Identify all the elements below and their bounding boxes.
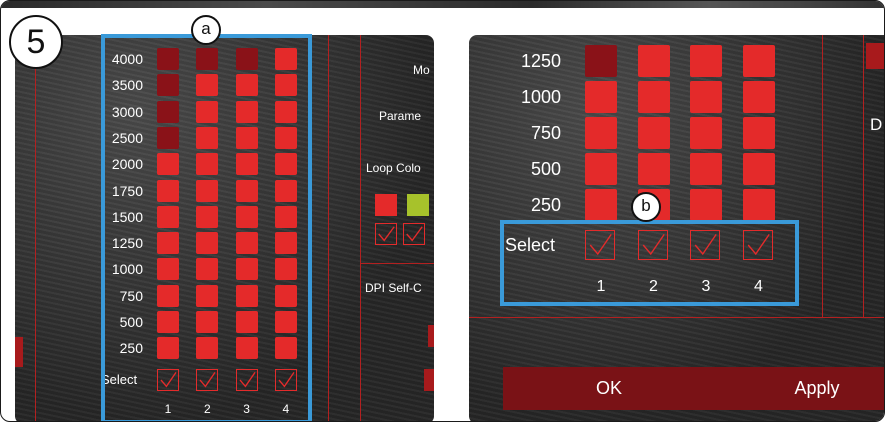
dpi-value-label: 1250	[520, 51, 561, 71]
dpi-level-cell[interactable]	[690, 81, 722, 113]
dpi-value-label: 1000	[520, 87, 561, 107]
divider	[822, 35, 823, 317]
dpi-level-cell[interactable]	[585, 153, 617, 185]
dpi-level-cell[interactable]	[742, 153, 775, 185]
divider	[360, 35, 361, 421]
dpi-level-cell[interactable]	[637, 81, 670, 113]
top-strip	[1, 1, 884, 8]
dpi-value-label: 500	[530, 159, 561, 179]
dpi-level-cell[interactable]	[585, 45, 617, 77]
side-control[interactable]	[428, 325, 434, 347]
divider	[35, 35, 36, 421]
highlight-box-a	[101, 34, 312, 421]
loop-color-checkbox[interactable]	[403, 223, 425, 245]
divider	[328, 35, 329, 421]
highlight-box-b	[500, 220, 799, 306]
callout-a: a	[191, 15, 221, 45]
dpi-level-cell[interactable]	[690, 117, 722, 149]
step-number: 5	[9, 15, 63, 69]
loop-color-swatch[interactable]	[375, 194, 397, 216]
side-control[interactable]	[866, 43, 884, 69]
dpi-level-cell[interactable]	[742, 45, 775, 77]
dpi-level-cell[interactable]	[690, 189, 722, 221]
dpi-level-cell[interactable]	[690, 45, 722, 77]
loop-color-swatch[interactable]	[407, 194, 429, 216]
dpi-level-cell[interactable]	[690, 153, 722, 185]
dpi-level-cell[interactable]	[742, 117, 775, 149]
side-label: D	[870, 115, 883, 134]
side-control	[15, 337, 23, 367]
divider	[469, 317, 884, 318]
dpi-level-cell[interactable]	[637, 153, 670, 185]
dpi-self-check-label: DPI Self-C	[365, 281, 422, 295]
dpi-level-cell[interactable]	[585, 81, 617, 113]
dpi-level-cell[interactable]	[742, 81, 775, 113]
side-control[interactable]	[424, 369, 434, 391]
divider	[863, 35, 864, 317]
dpi-value-label: 750	[530, 123, 561, 143]
apply-button[interactable]: Apply	[769, 367, 865, 410]
loop-color-checkbox[interactable]	[375, 223, 397, 245]
mode-label: Mo	[413, 63, 430, 77]
dpi-value-label: 250	[530, 195, 561, 215]
divider	[360, 263, 434, 264]
dpi-level-cell[interactable]	[637, 117, 670, 149]
parameters-label: Parame	[379, 109, 422, 123]
dpi-level-cell[interactable]	[585, 117, 617, 149]
dpi-level-cell[interactable]	[637, 45, 670, 77]
frame: 4000 3500 3000 2500 2000 1750 1500 1250 1000 750 5…	[0, 0, 885, 422]
dpi-level-cell[interactable]	[742, 189, 775, 221]
callout-b: b	[631, 192, 661, 222]
dpi-level-cell[interactable]	[585, 189, 617, 221]
loop-color-label: Loop Colo	[366, 161, 421, 175]
ok-button[interactable]: OK	[561, 367, 657, 410]
